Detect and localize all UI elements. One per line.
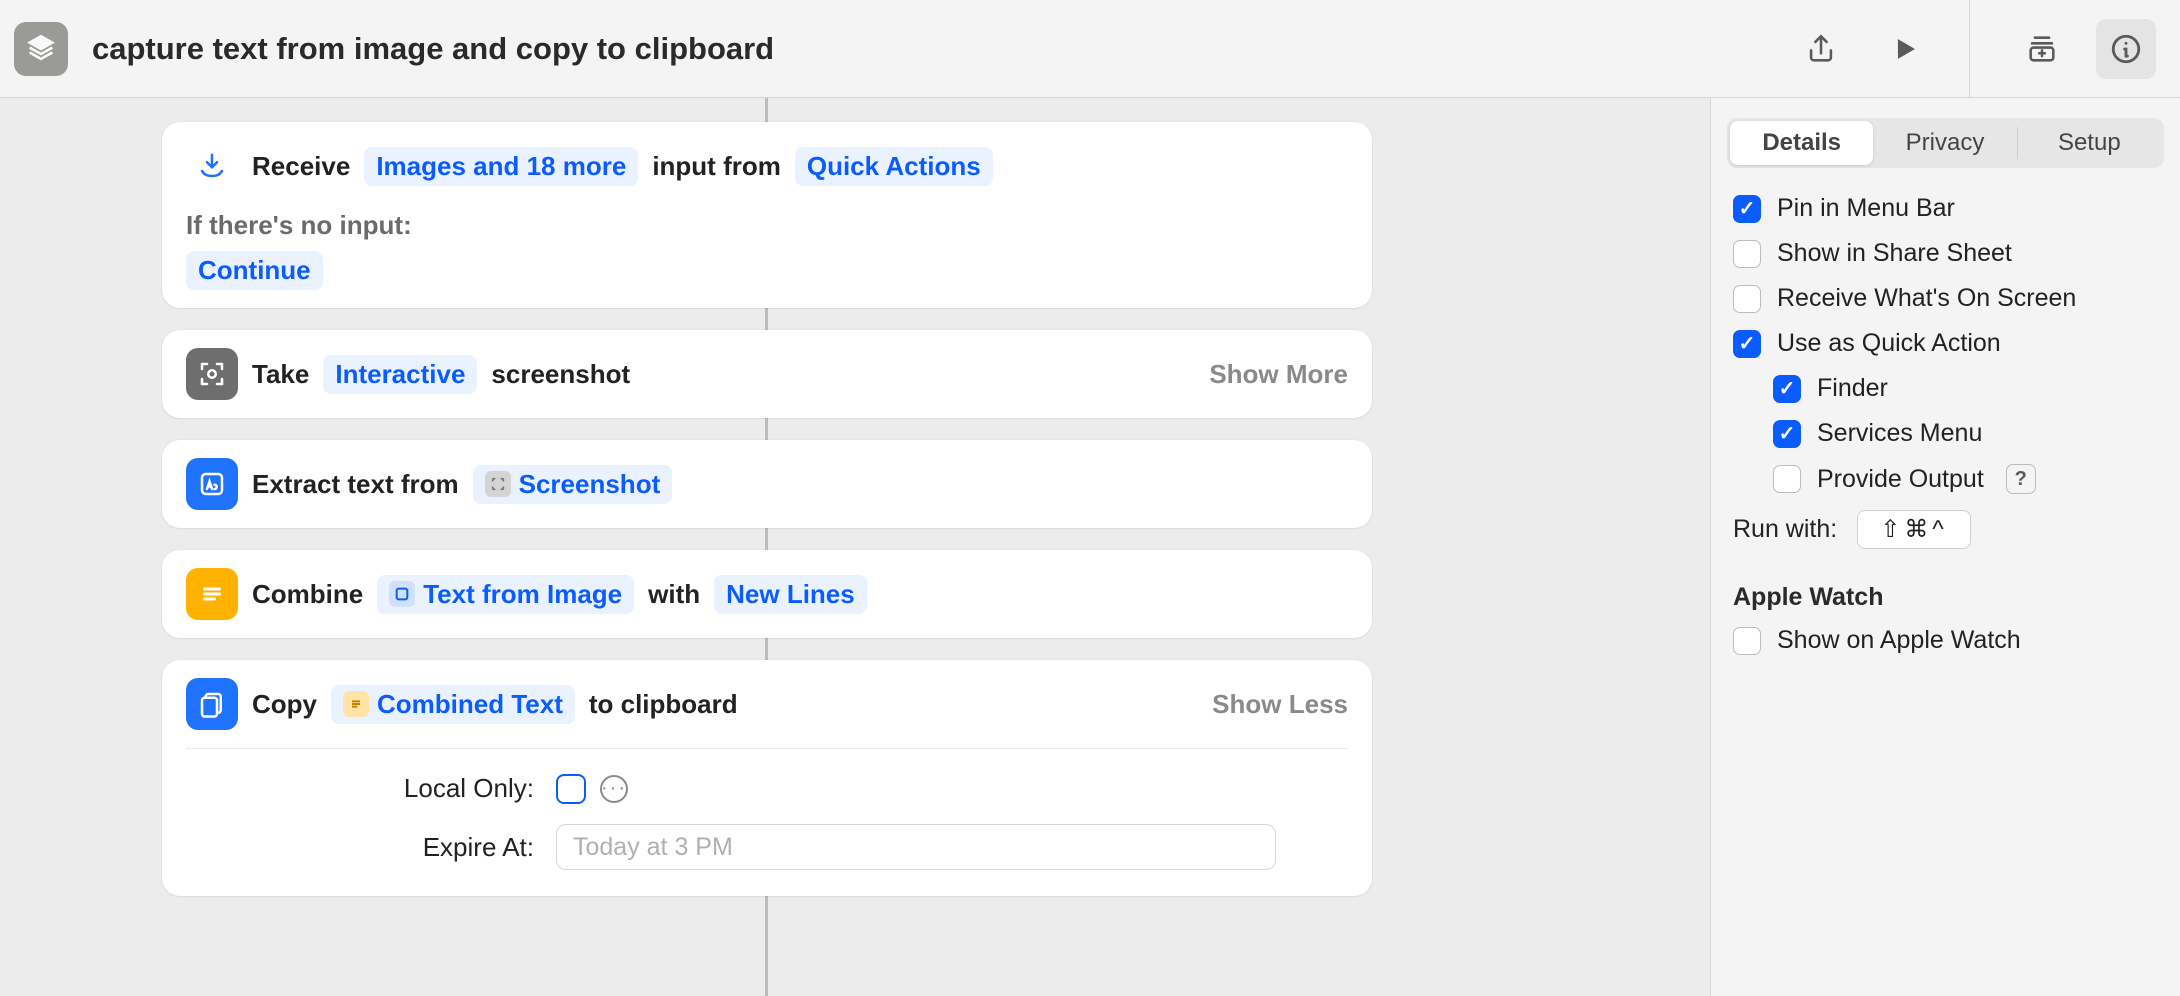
screenshot-token-icon xyxy=(485,471,511,497)
action-extract-text[interactable]: Extract text from Screenshot xyxy=(162,440,1372,528)
text-from-image-token-icon xyxy=(389,581,415,607)
local-only-label: Local Only: xyxy=(196,773,556,804)
receive-icon xyxy=(186,140,238,192)
combine-source-token[interactable]: Text from Image xyxy=(377,575,634,614)
shortcut-title[interactable]: capture text from image and copy to clip… xyxy=(92,31,774,67)
share-button[interactable] xyxy=(1791,19,1851,79)
quick-action-label: Use as Quick Action xyxy=(1777,329,2001,358)
top-toolbar: capture text from image and copy to clip… xyxy=(0,0,2180,98)
local-only-more-button[interactable]: ··· xyxy=(600,775,628,803)
receive-input-types-token[interactable]: Images and 18 more xyxy=(364,147,638,186)
inspector-panel: Details Privacy Setup Pin in Menu Bar Sh… xyxy=(1710,98,2180,996)
tab-details[interactable]: Details xyxy=(1730,121,1873,165)
screenshot-show-more[interactable]: Show More xyxy=(1209,359,1348,390)
finder-checkbox[interactable] xyxy=(1773,375,1801,403)
pin-menubar-label: Pin in Menu Bar xyxy=(1777,194,1955,223)
action-take-screenshot[interactable]: Take Interactive screenshot Show More xyxy=(162,330,1372,418)
provide-output-help[interactable]: ? xyxy=(2006,464,2036,494)
workflow-canvas[interactable]: Receive Images and 18 more input from Qu… xyxy=(0,98,1710,996)
tab-setup[interactable]: Setup xyxy=(2018,121,2161,165)
share-sheet-label: Show in Share Sheet xyxy=(1777,239,2012,268)
copy-show-less[interactable]: Show Less xyxy=(1212,689,1348,720)
combine-with-label: with xyxy=(648,579,700,610)
no-input-action-token[interactable]: Continue xyxy=(186,251,323,290)
extract-text-icon xyxy=(186,458,238,510)
services-menu-checkbox[interactable] xyxy=(1773,420,1801,448)
local-only-checkbox[interactable] xyxy=(556,774,586,804)
extract-verb: Extract text from xyxy=(252,469,459,500)
library-button[interactable] xyxy=(2012,19,2072,79)
combine-verb: Combine xyxy=(252,579,363,610)
copy-options-divider xyxy=(186,748,1348,749)
quick-action-checkbox[interactable] xyxy=(1733,330,1761,358)
finder-label: Finder xyxy=(1817,374,1888,403)
combine-joiner-token[interactable]: New Lines xyxy=(714,575,867,614)
action-copy-clipboard[interactable]: Copy Combined Text to clipboard Show Les… xyxy=(162,660,1372,896)
info-inspector-button[interactable] xyxy=(2096,19,2156,79)
inspector-tabs: Details Privacy Setup xyxy=(1727,118,2164,168)
screenshot-verb: Take xyxy=(252,359,309,390)
copy-source-token[interactable]: Combined Text xyxy=(331,685,575,724)
screenshot-mode-token[interactable]: Interactive xyxy=(323,355,477,394)
show-on-watch-checkbox[interactable] xyxy=(1733,627,1761,655)
combine-icon xyxy=(186,568,238,620)
toolbar-divider xyxy=(1969,0,1970,97)
run-with-label: Run with: xyxy=(1733,515,1837,544)
apple-watch-section-header: Apple Watch xyxy=(1733,583,2158,612)
screenshot-noun: screenshot xyxy=(491,359,630,390)
receive-from-label: input from xyxy=(652,151,781,182)
receive-verb: Receive xyxy=(252,151,350,182)
tab-privacy[interactable]: Privacy xyxy=(1873,121,2016,165)
expire-at-label: Expire At: xyxy=(196,832,556,863)
run-button[interactable] xyxy=(1875,19,1935,79)
shortcut-app-icon xyxy=(14,22,68,76)
receive-screen-label: Receive What's On Screen xyxy=(1777,284,2076,313)
extract-source-token[interactable]: Screenshot xyxy=(473,465,673,504)
copy-verb: Copy xyxy=(252,689,317,720)
copy-dest-label: to clipboard xyxy=(589,689,738,720)
expire-at-input[interactable] xyxy=(556,824,1276,870)
combined-text-token-icon xyxy=(343,691,369,717)
provide-output-checkbox[interactable] xyxy=(1773,465,1801,493)
services-menu-label: Services Menu xyxy=(1817,419,1982,448)
receive-source-token[interactable]: Quick Actions xyxy=(795,147,993,186)
run-with-shortcut[interactable]: ⇧⌘^ xyxy=(1857,510,1970,549)
no-input-label: If there's no input: xyxy=(186,210,1348,241)
receive-screen-checkbox[interactable] xyxy=(1733,285,1761,313)
action-receive-input[interactable]: Receive Images and 18 more input from Qu… xyxy=(162,122,1372,308)
share-sheet-checkbox[interactable] xyxy=(1733,240,1761,268)
pin-menubar-checkbox[interactable] xyxy=(1733,195,1761,223)
action-combine-text[interactable]: Combine Text from Image with New Lines xyxy=(162,550,1372,638)
clipboard-icon xyxy=(186,678,238,730)
provide-output-label: Provide Output xyxy=(1817,465,1984,494)
show-on-watch-label: Show on Apple Watch xyxy=(1777,626,2021,655)
screenshot-icon xyxy=(186,348,238,400)
